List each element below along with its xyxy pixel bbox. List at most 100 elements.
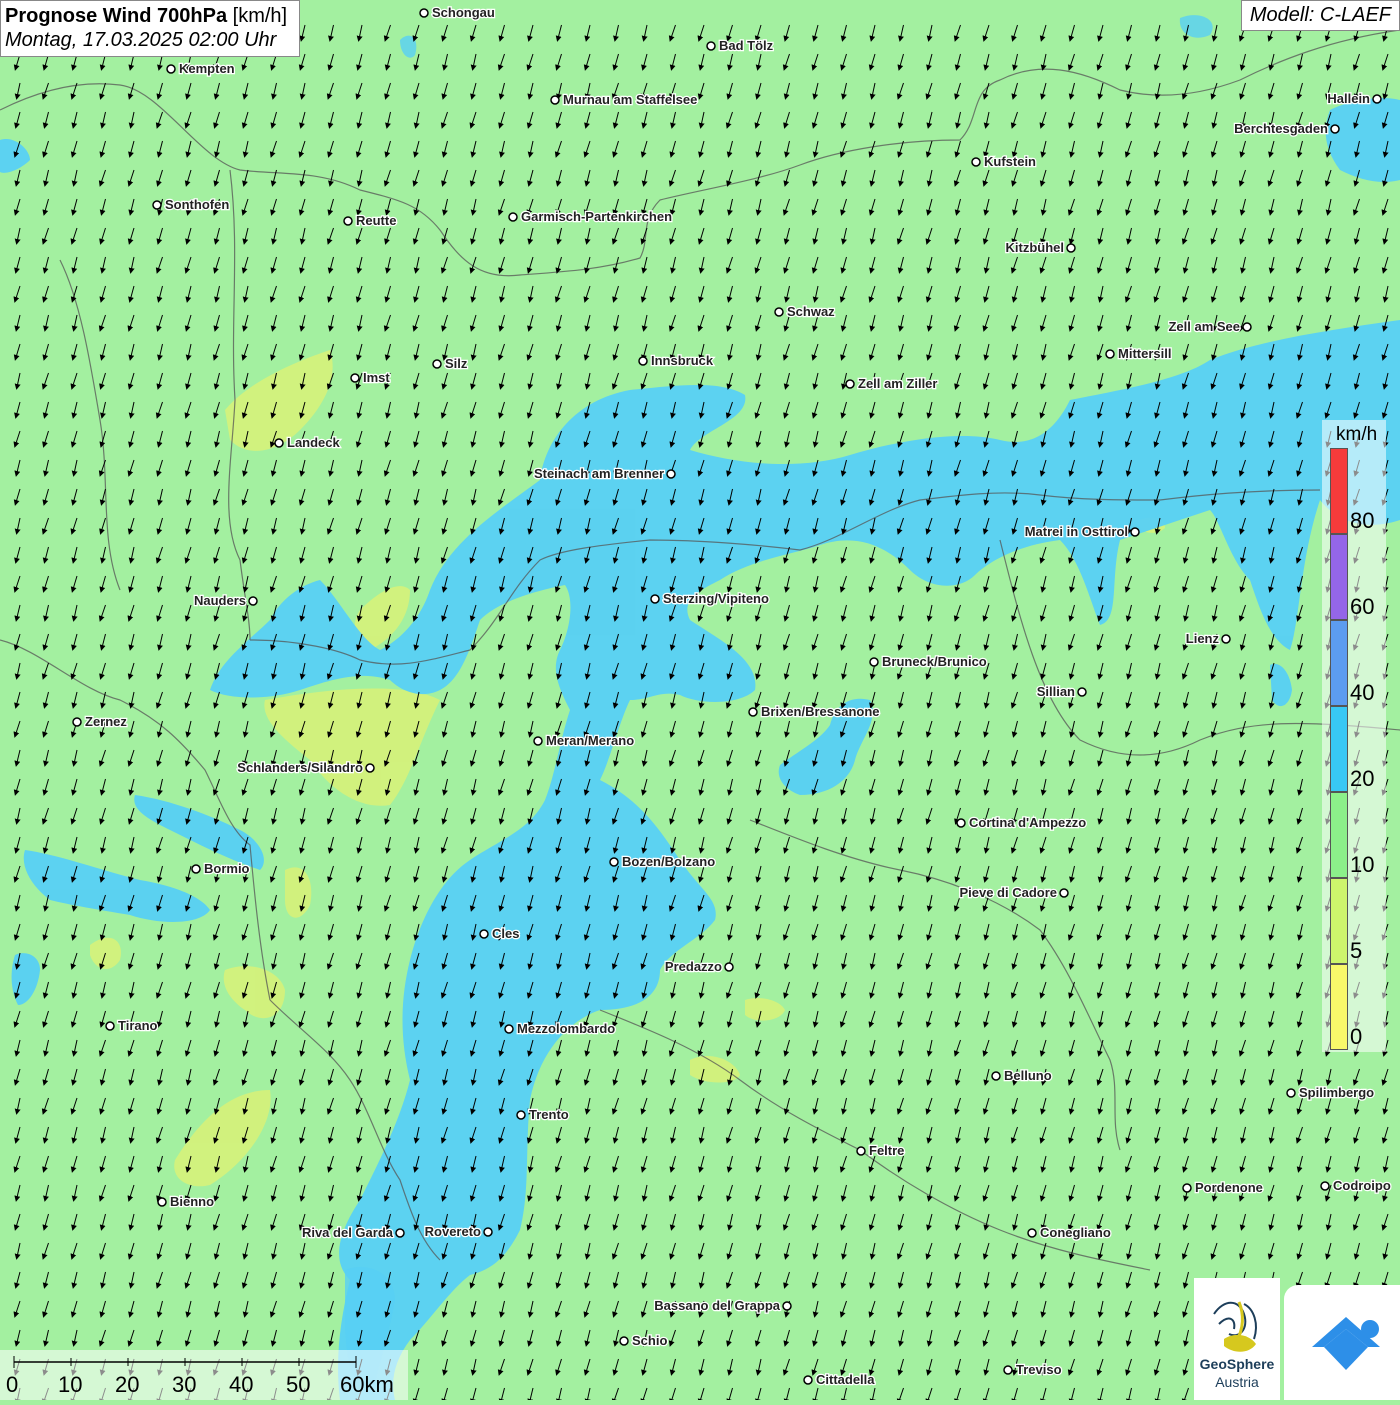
city-dot [1221, 634, 1231, 644]
map-title-unit: [km/h] [232, 5, 288, 27]
map-title: Prognose Wind 700hPa [km/h] [5, 4, 287, 28]
city-dot [1130, 527, 1140, 537]
city-label: Sonthofen [165, 197, 229, 212]
city-dot [869, 657, 879, 667]
city-dot [724, 962, 734, 972]
city-label: Landeck [287, 435, 341, 450]
city-dot [609, 857, 619, 867]
city-label: Pordenone [1195, 1180, 1263, 1195]
city-label: Riva del Garda [302, 1225, 394, 1240]
city-dot [650, 594, 660, 604]
city-dot [533, 736, 543, 746]
city-label: Schlanders/Silandro [237, 760, 363, 775]
city-dot [748, 707, 758, 717]
city-label: Silz [445, 356, 468, 371]
city-dot [803, 1375, 813, 1385]
city-label: Bozen/Bolzano [622, 854, 715, 869]
city-marker: Brixen/Bressanone [748, 703, 881, 720]
city-dot [105, 1021, 115, 1031]
city-dot [483, 1227, 493, 1237]
city-marker: Meran/Merano [533, 732, 635, 749]
city-label: Reutte [356, 213, 396, 228]
city-dot [638, 356, 648, 366]
city-dot [666, 469, 676, 479]
city-marker: Conegliano [1027, 1224, 1112, 1241]
legend-segment [1330, 878, 1348, 964]
city-dot [152, 200, 162, 210]
city-dot [1027, 1228, 1037, 1238]
city-label: Berchtesgaden [1234, 121, 1328, 136]
city-label: Sillian [1037, 684, 1075, 699]
city-dot [274, 438, 284, 448]
city-marker: Bruneck/Brunico [869, 653, 988, 670]
model-label: Modell: C-LAEF [1240, 0, 1400, 31]
city-dot [1105, 349, 1115, 359]
city-label: Hallein [1327, 91, 1370, 106]
city-label: Mezzolombardo [517, 1021, 615, 1036]
city-marker: Schongau [419, 4, 496, 21]
scale-bar: 0 10 20 30 40 50 60km [0, 1350, 408, 1400]
city-label: Belluno [1004, 1068, 1052, 1083]
city-dot [1242, 322, 1252, 332]
legend-label-40: 40 [1350, 680, 1375, 705]
scale-label-50: 50 [286, 1372, 311, 1397]
city-dot [1372, 94, 1382, 104]
city-label: Sterzing/Vipiteno [663, 591, 769, 606]
geosphere-logo-line2: Austria [1215, 1374, 1259, 1390]
city-label: Innsbruck [651, 353, 714, 368]
city-label: Predazzo [665, 959, 722, 974]
city-label: Imst [363, 370, 390, 385]
city-dot [248, 596, 258, 606]
city-marker: Mezzolombardo [504, 1020, 617, 1037]
city-marker: Innsbruck [638, 352, 715, 369]
app-logo [1284, 1285, 1400, 1400]
city-dot [157, 1197, 167, 1207]
city-marker: Matrei in Osttirol [1023, 523, 1140, 540]
city-label: Brixen/Bressanone [761, 704, 880, 719]
city-label: Meran/Merano [546, 733, 634, 748]
legend-segment [1330, 792, 1348, 878]
city-dot [191, 864, 201, 874]
city-dot [971, 157, 981, 167]
city-dot [166, 64, 176, 74]
city-marker: Bozen/Bolzano [609, 853, 716, 870]
city-dot [956, 818, 966, 828]
color-legend: km/h 80 60 40 20 10 5 0 [1322, 420, 1386, 1052]
city-dot [395, 1228, 405, 1238]
city-dot [845, 379, 855, 389]
city-dot [504, 1024, 514, 1034]
scale-label-30: 30 [172, 1372, 197, 1397]
city-marker: Pordenone [1182, 1179, 1264, 1196]
city-marker: Sterzing/Vipiteno [650, 590, 770, 607]
city-dot [619, 1336, 629, 1346]
city-label: Conegliano [1040, 1225, 1111, 1240]
city-marker: Steinach am Brenner [533, 465, 676, 482]
city-label: Feltre [869, 1143, 904, 1158]
city-dot [991, 1071, 1001, 1081]
city-dot [1077, 687, 1087, 697]
city-dot [774, 307, 784, 317]
legend-label-60: 60 [1350, 594, 1375, 619]
city-marker: Riva del Garda [301, 1224, 405, 1241]
city-label: Trento [529, 1107, 569, 1122]
city-label: Cittadella [816, 1372, 875, 1387]
city-dot [1059, 888, 1069, 898]
city-marker: Pieve di Cadore [958, 884, 1069, 901]
city-label: Murnau am Staffelsee [563, 92, 697, 107]
city-label: Bienno [170, 1194, 214, 1209]
city-label: Schio [632, 1333, 667, 1348]
legend-segment [1330, 448, 1348, 534]
city-label: Zell am Ziller [858, 376, 937, 391]
city-dot [856, 1146, 866, 1156]
city-marker: Murnau am Staffelsee [550, 91, 699, 108]
city-label: Kempten [179, 61, 235, 76]
city-label: Treviso [1016, 1362, 1062, 1377]
geosphere-logo-line1: GeoSphere [1199, 1356, 1275, 1372]
scale-label-0: 0 [6, 1372, 19, 1397]
city-marker: Garmisch-Partenkirchen [508, 208, 673, 225]
city-marker: Zell am See [1167, 318, 1252, 335]
app-logo-icon [1312, 1317, 1380, 1370]
legend-label-20: 20 [1350, 766, 1375, 791]
city-dot [1182, 1183, 1192, 1193]
legend-segment [1330, 706, 1348, 792]
